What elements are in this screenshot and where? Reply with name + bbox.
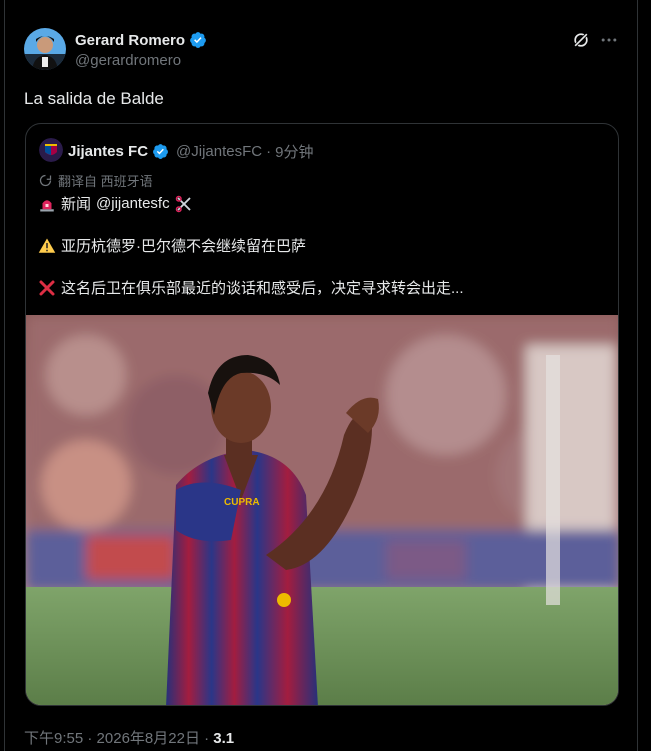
quoted-media-photo[interactable]: CUPRA (26, 315, 618, 705)
author-avatar[interactable] (24, 28, 66, 70)
svg-text:CUPRA: CUPRA (224, 497, 260, 508)
quoted-line-detail: 这名后卫在俱乐部最近的谈话和感受后，决定寻求转会出走... (38, 277, 464, 298)
tweet-text: La salida de Balde (24, 89, 164, 108)
headline-text: 亚历杭德罗·巴尔德不会继续留在巴萨 (61, 238, 306, 255)
warning-icon (38, 238, 56, 253)
author-name-row[interactable]: Gerard Romero (75, 31, 207, 49)
translated-indicator[interactable]: 翻译自 西班牙语 (38, 171, 153, 190)
tweet-date[interactable]: 2026年8月22日 (97, 730, 200, 747)
siren-icon (40, 199, 54, 211)
quoted-author-name[interactable]: Jijantes FC (68, 143, 148, 160)
verified-badge-icon (190, 32, 206, 48)
quoted-author-avatar[interactable] (39, 138, 63, 162)
separator-dot: · (266, 143, 272, 160)
news-label: 新闻 (61, 196, 92, 213)
author-handle[interactable]: @gerardromero (75, 52, 181, 69)
right-divider (637, 0, 638, 751)
mention-link[interactable]: @jijantesfc (96, 195, 170, 212)
translated-label: 翻译自 西班牙语 (58, 174, 153, 189)
quoted-line-headline: 亚历杭德罗·巴尔德不会继续留在巴萨 (38, 235, 306, 256)
quoted-author-handle[interactable]: @JijantesFC (176, 143, 262, 160)
separator-dot: · (87, 730, 93, 747)
quoted-tweet-card[interactable]: Jijantes FC @JijantesFC · 9分钟 翻译自 西班牙语 新… (25, 123, 619, 706)
more-icon[interactable] (599, 30, 619, 50)
left-divider (4, 0, 5, 751)
separator-dot: · (204, 730, 210, 747)
grok-icon[interactable] (571, 30, 591, 50)
cross-mark-icon (39, 280, 55, 295)
translate-icon (39, 174, 52, 187)
detail-text: 这名后卫在俱乐部最近的谈话和感受后，决定寻求转会出走... (61, 280, 464, 297)
verified-badge-icon (153, 144, 168, 159)
quoted-time[interactable]: 9分钟 (275, 141, 313, 162)
views-count: 3.1 (213, 730, 235, 747)
quoted-line-news: 新闻 @jijantesfc (38, 193, 193, 214)
tweet-timestamp[interactable]: 下午9:55 · 2026年8月22日 · 3.1 (24, 727, 234, 748)
scissors-icon (175, 195, 191, 212)
tweet-time[interactable]: 下午9:55 (24, 730, 83, 747)
author-name[interactable]: Gerard Romero (75, 32, 185, 49)
quoted-header: Jijantes FC @JijantesFC · 9分钟 (68, 141, 313, 162)
